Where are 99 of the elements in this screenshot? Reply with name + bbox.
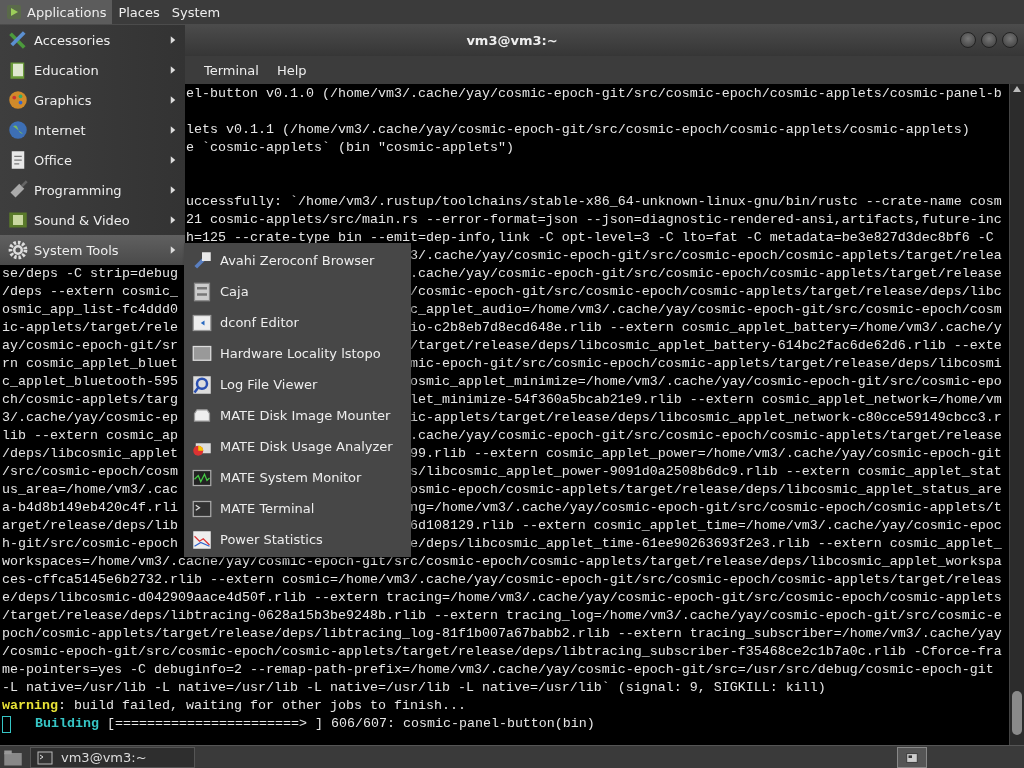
- terminal-line: s/libcosmic_applet_power-9091d0a2508b6dc9.rlib --extern cosmic_applet_stat: [409, 463, 1002, 481]
- menu-item[interactable]: MATE System Monitor: [184, 462, 411, 493]
- terminal-line: uccessfully: `/home/vm3/.rustup/toolchains/stable-x86_64-unknown-linux-gnu/bin/rustc --crate-name cosm: [185, 193, 1002, 211]
- menu-item[interactable]: Programming: [0, 175, 185, 205]
- terminal-line: osmic_app_list-fc4ddd0: [2, 301, 178, 319]
- panel-menu[interactable]: System: [165, 0, 227, 24]
- menu-item[interactable]: Power Statistics: [184, 524, 411, 555]
- terminal-line: e/deps/libcosmic-d042909aace4d50f.rlib --extern tracing=/home/vm3/.cache/yay/cosmic-epoch-git/src/cosmic-epoch/cosmic-applets: [2, 589, 1002, 607]
- palette-icon: [8, 90, 28, 110]
- terminal-line: c_applet_audio=/home/vm3/.cache/yay/cosmic-epoch-git/src/cosmic-epoch/cosm: [409, 301, 1002, 319]
- terminal-icon: [192, 498, 212, 519]
- chart-icon: [192, 529, 212, 550]
- menu-item[interactable]: Internet: [0, 115, 185, 145]
- terminal-line: osmic-epoch/cosmic-applets/target/release/deps/libcosmic_applet_status_are: [409, 481, 1002, 499]
- magnifier-icon: [192, 374, 212, 395]
- terminal-line: me-pointers=yes -C debuginfo=2 --remap-path-prefix=/home/vm3/.cache/yay/cosmic-epoch-git/src=/usr/src/debug/cosmic-epoch-git: [2, 661, 994, 679]
- status-label: Building: [35, 715, 99, 733]
- menu-item[interactable]: Hardware Locality lstopo: [184, 338, 411, 369]
- terminal-line: a-b4d8b149eb420c4f.rli: [2, 499, 178, 517]
- terminal-line: h=125 --crate-type bin --emit=dep-info,link -C opt-level=3 -C lto=fat -C metadata=be3e827d3dec8bf6 -C: [185, 229, 994, 247]
- maximize-button[interactable]: [981, 32, 997, 48]
- menu-item[interactable]: Log File Viewer: [184, 369, 411, 400]
- scroll-up-icon[interactable]: [1013, 86, 1021, 92]
- terminal-line: h-git/src/cosmic-epoch: [2, 535, 178, 553]
- scrollbar-thumb[interactable]: [1012, 691, 1022, 735]
- warning-label: warning: [2, 697, 58, 715]
- terminal-line: ch/cosmic-applets/targ: [2, 391, 178, 409]
- menu-item[interactable]: MATE Disk Image Mounter: [184, 400, 411, 431]
- terminal-line: /deps --extern cosmic_: [2, 283, 178, 301]
- window-icon: [904, 750, 920, 765]
- window-title: vm3@vm3:~: [466, 32, 558, 48]
- terminal-line: : build failed, waiting for other jobs to finish...: [58, 697, 466, 715]
- terminal-line: 3/.cache/yay/cosmic-ep: [2, 409, 178, 427]
- menu-item[interactable]: dconf Editor: [184, 307, 411, 338]
- terminal-line: .cache/yay/cosmic-epoch-git/src/cosmic-epoch/cosmic-applets/target/release: [409, 265, 1002, 283]
- terminal-line: 99.rlib --extern cosmic_applet_power=/home/vm3/.cache/yay/cosmic-epoch-git: [409, 445, 1002, 463]
- workspace-switcher[interactable]: [897, 747, 927, 768]
- play-icon: [6, 4, 22, 20]
- text-cursor: [2, 715, 11, 733]
- terminal-line: workspaces=/home/vm3/.cache/yay/cosmic-epoch-git/src/cosmic-epoch/cosmic-applets/target/release/deps/libcosmic_applet_workspa: [2, 553, 1002, 571]
- terminal-line: -L native=/usr/lib -L native=/usr/lib -L native=/usr/lib -L native=/usr/lib` (signal: 9, SIGKILL: kill): [2, 679, 826, 697]
- terminal-icon: [37, 749, 53, 766]
- terminal-line: /target/release/deps/libtracing-0628a15b3be9248b.rlib --extern tracing_log=/home/vm3/.cache/yay/cosmic-epoch-git/src/cosmic-e: [2, 607, 1002, 625]
- terminal-line: arget/release/deps/lib: [2, 517, 178, 535]
- menu-item[interactable]: Accessories: [0, 25, 185, 55]
- terminal-line: 21 cosmic-applets/src/main.rs --error-format=json --json=diagnostic-rendered-ansi,artifacts,future-inc: [185, 211, 1002, 229]
- scrollbar[interactable]: [1009, 84, 1024, 745]
- terminal-line: rn cosmic_applet_bluet: [2, 355, 178, 373]
- terminal-line: e `cosmic-applets` (bin "cosmic-applets"): [185, 139, 514, 157]
- terminal-line: /cosmic-epoch-git/src/cosmic-epoch/cosmic-applets/target/release/deps/libtracing_subscriber-f35468ce2c1b7a0c.rlib -Cforce-fra: [2, 643, 1002, 661]
- trowel-icon: [8, 180, 28, 200]
- terminal-line: us_area=/home/vm3/.cac: [2, 481, 178, 499]
- terminal-line: se/deps -C strip=debug: [2, 265, 178, 283]
- menu-item[interactable]: Caja: [184, 276, 411, 307]
- menu-item[interactable]: System Tools: [0, 235, 185, 265]
- menu-item[interactable]: Sound & Video: [0, 205, 185, 235]
- globe-icon: [8, 120, 28, 140]
- menu-item[interactable]: MATE Disk Usage Analyzer: [184, 431, 411, 462]
- terminal-line: ces-cffca5145e6b2732.rlib --extern cosmic=/home/vm3/.cache/yay/cosmic-epoch-git/src/cosmic-epoch/cosmic-applets/target/releas: [2, 571, 1002, 589]
- terminal-line: mic-epoch-git/src/cosmic-epoch/cosmic-applets/target/release/deps/libcosmi: [409, 355, 1002, 373]
- cabinet-icon: [192, 281, 212, 302]
- taskbar-button[interactable]: vm3@vm3:~: [30, 747, 195, 768]
- gear-icon: [8, 240, 28, 260]
- tools-icon: [8, 30, 28, 50]
- monitor-icon: [192, 343, 212, 364]
- terminal-line: /deps/libcosmic_applet: [2, 445, 178, 463]
- terminal-line: ay/cosmic-epoch-git/sr: [2, 337, 178, 355]
- terminal-line: c_applet_bluetooth-595: [2, 373, 178, 391]
- terminal-line: poch/cosmic-applets/target/release/deps/libtracing_log-81f1b007a67babb2.rlib --extern tracing_subscriber=/home/vm3/.cache/yay: [2, 625, 1002, 643]
- terminal-line: lib --extern cosmic_ap: [2, 427, 178, 445]
- menu-item[interactable]: Office: [0, 145, 185, 175]
- menu-item[interactable]: Avahi Zeroconf Browser: [184, 245, 411, 276]
- window-icon: [192, 312, 212, 333]
- terminal-line: 6d108129.rlib --extern cosmic_applet_time=/home/vm3/.cache/yay/cosmic-epoc: [409, 517, 1002, 535]
- menu-item[interactable]: Graphics: [0, 85, 185, 115]
- terminal-line: el-button v0.1.0 (/home/vm3/.cache/yay/cosmic-epoch-git/src/cosmic-epoch/cosmic-applets/cosmic-panel-b: [185, 85, 1002, 103]
- terminal-line: let_minimize-54f360a5bcab21e9.rlib --extern cosmic_applet_network=/home/vm: [409, 391, 1002, 409]
- terminal-line: /src/cosmic-epoch/cosm: [2, 463, 178, 481]
- terminal-line: ic-applets/target/release/deps/libcosmic_applet_network-c80cce59149cbcc3.r: [409, 409, 1002, 427]
- terminal-line: 3/.cache/yay/cosmic-epoch-git/src/cosmic-epoch/cosmic-applets/target/relea: [409, 247, 1002, 265]
- terminal-line: e/deps/libcosmic_applet_time-61ee90263693f2e3.rlib --extern cosmic_applet_: [409, 535, 1002, 553]
- menu-item[interactable]: MATE Terminal: [184, 493, 411, 524]
- terminal-line: /target/release/deps/libcosmic_applet_battery-614bc2fac6de62d6.rlib --exte: [409, 337, 1002, 355]
- minimize-button[interactable]: [960, 32, 976, 48]
- terminal-line: lets v0.1.1 (/home/vm3/.cache/yay/cosmic-epoch-git/src/cosmic-epoch/cosmic-applets/cosmic-applets): [185, 121, 970, 139]
- terminal-line: /cosmic-epoch-git/src/cosmic-epoch/cosmic-applets/target/release/deps/libc: [409, 283, 1002, 301]
- menu-item[interactable]: Education: [0, 55, 185, 85]
- panel-menu[interactable]: Applications: [0, 0, 113, 24]
- panel-menu[interactable]: Places: [112, 0, 166, 24]
- terminal-line: io-c2b8eb7d8ecd648e.rlib --extern cosmic_applet_battery=/home/vm3/.cache/y: [409, 319, 1002, 337]
- progress-text: [=======================> ] 606/607: cosmic-panel-button(bin): [106, 715, 595, 733]
- menu-item[interactable]: Terminal: [196, 59, 267, 81]
- close-button[interactable]: [1002, 32, 1018, 48]
- terminal-line: .cache/yay/cosmic-epoch-git/src/cosmic-epoch/cosmic-applets/target/release: [409, 427, 1002, 445]
- terminal-line: ng=/home/vm3/.cache/yay/cosmic-epoch-git/src/cosmic-epoch/cosmic-applets/t: [409, 499, 1002, 517]
- graph-icon: [192, 467, 212, 488]
- menu-item[interactable]: Help: [268, 59, 315, 81]
- terminal-line: ic-applets/target/rele: [2, 319, 178, 337]
- terminal-line: osmic_applet_minimize=/home/vm3/.cache/yay/cosmic-epoch-git/src/cosmic-epo: [409, 373, 1002, 391]
